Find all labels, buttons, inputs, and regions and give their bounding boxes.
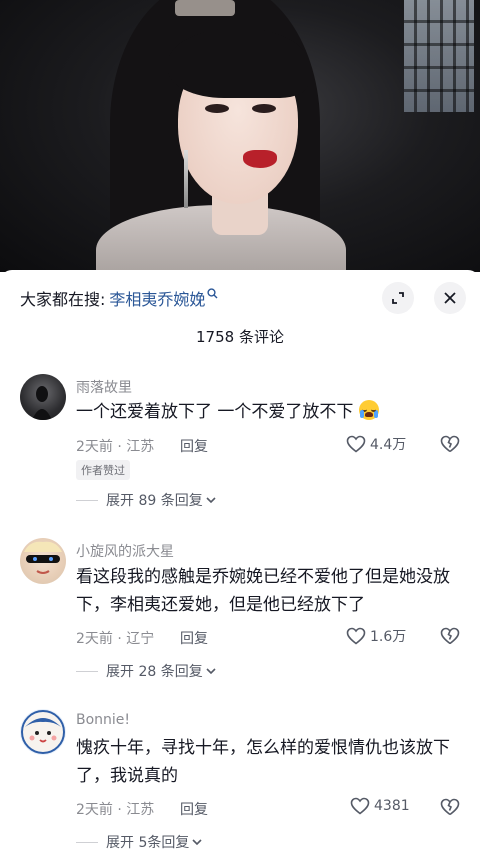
crying-emoji-icon [358,400,379,420]
dislike-button[interactable] [440,627,460,649]
search-suggestion[interactable]: 大家都在搜: 李相夷乔婉娩 [20,286,218,310]
chevron-down-icon [206,497,216,504]
close-button[interactable] [434,282,466,314]
search-icon [207,288,218,302]
dislike-button[interactable] [440,435,460,457]
hairpin [175,0,235,16]
dislike-button[interactable] [440,798,460,820]
avatar[interactable] [20,538,66,584]
heart-icon [350,797,370,815]
heart-icon [346,627,366,645]
username[interactable]: 雨落故里 [76,377,132,397]
heart-icon [346,435,366,453]
expand-replies-label: 展开 5条回复 [106,835,190,851]
reply-button[interactable]: 回复 [180,628,208,648]
like-count: 4.4万 [370,437,407,453]
chevron-down-icon [206,668,216,675]
expand-replies-button[interactable]: 展开 5条回复 [76,832,203,852]
character-eye [205,104,229,113]
like-count: 4381 [374,798,410,814]
expand-replies-label: 展开 28 条回复 [106,664,203,680]
like-count: 1.6万 [370,629,407,645]
expand-replies-label: 展开 89 条回复 [106,493,203,509]
reply-button[interactable]: 回复 [180,799,208,819]
divider-line [76,670,98,672]
earring [184,150,188,208]
expand-replies-button[interactable]: 展开 89 条回复 [76,490,217,510]
author-liked-badge: 作者赞过 [76,460,130,480]
close-icon [444,292,456,304]
time-location: 2天前 · 江苏 [76,439,155,455]
divider-line [76,841,98,843]
expand-sheet-button[interactable] [382,282,414,314]
comment-count: 1758 条评论 [196,328,284,346]
character-mouth [243,150,277,168]
background-window [404,0,474,112]
broken-heart-icon [440,627,460,645]
time-location: 2天前 · 辽宁 [76,631,155,647]
divider-line [76,499,98,501]
like-button[interactable]: 1.6万 [346,626,406,646]
chevron-down-icon [192,839,202,846]
search-term-link[interactable]: 李相夷乔婉娩 [109,286,205,310]
character-eye [252,104,276,113]
broken-heart-icon [440,435,460,453]
expand-replies-button[interactable]: 展开 28 条回复 [76,661,217,681]
username[interactable]: Bonnie! [76,712,130,728]
like-button[interactable]: 4.4万 [346,434,406,454]
character-bangs [168,28,308,98]
username[interactable]: 小旋风的派大星 [76,541,174,561]
time-location: 2天前 · 江苏 [76,802,155,818]
reply-button[interactable]: 回复 [180,436,208,456]
expand-icon [392,292,404,304]
avatar[interactable] [20,374,66,420]
search-prefix: 大家都在搜: [20,290,106,309]
like-button[interactable]: 4381 [350,797,410,815]
comment-text: 一个还爱着放下了 一个不爱了放不下 [76,398,456,426]
comment-text: 看这段我的感触是乔婉娩已经不爱他了但是她没放下，李相夷还爱她，但是他已经放下了 [76,567,450,615]
comment-text-body: 一个还爱着放下了 一个不爱了放不下 [76,402,354,422]
comment-text: 愧疚十年，寻找十年，怎么样的爱恨情仇也该放下了，我说真的 [76,738,450,786]
avatar[interactable] [20,709,66,755]
video-player[interactable] [0,0,480,272]
broken-heart-icon [440,798,460,816]
